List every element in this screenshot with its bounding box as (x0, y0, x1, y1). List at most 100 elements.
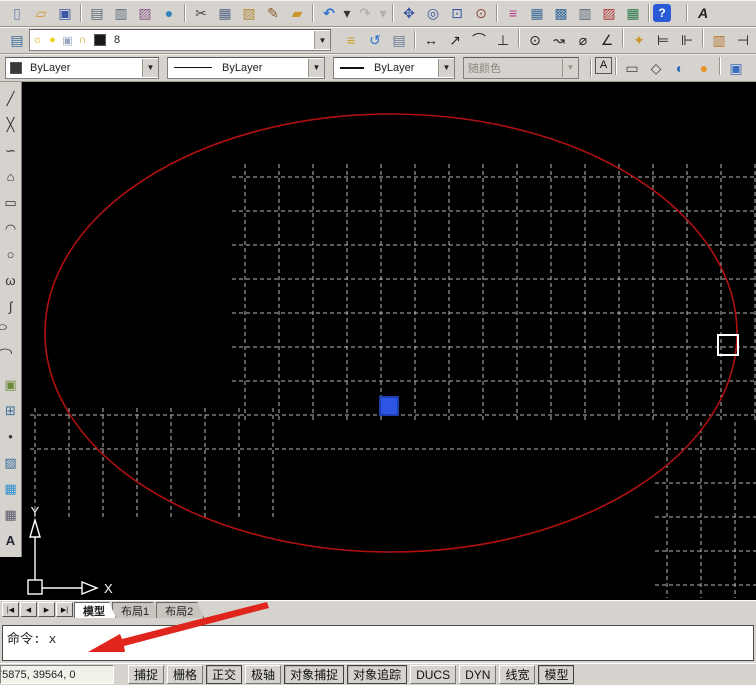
rectangle-icon[interactable]: ▭ (0, 189, 21, 215)
blue-square-entity[interactable] (380, 397, 398, 415)
layer-dropdown[interactable]: ☼ ● ▣ ∩ 8 ▼ (29, 29, 331, 51)
spline-icon[interactable]: ∫ (0, 293, 21, 319)
otrack-toggle[interactable]: 对象追踪 (347, 665, 407, 684)
gradient-icon[interactable]: ▦ (0, 475, 21, 501)
drawing-area[interactable]: ╱╳∽⌂▭◠○ω∫○◠▣⊞•▨▦▦A Y X (0, 82, 756, 600)
text-annotation-icon[interactable]: A (691, 2, 715, 24)
2d-wireframe-icon[interactable]: ▭ (620, 57, 644, 79)
dimension-break-icon[interactable]: ⊣ (731, 29, 755, 51)
layer-previous-icon[interactable]: ↺ (363, 29, 387, 51)
polyline-icon[interactable]: ∽ (0, 137, 21, 163)
grid-toggle[interactable]: 栅格 (167, 665, 203, 684)
color-dropdown[interactable]: ByLayer ▼ (5, 57, 159, 79)
command-input[interactable]: 命令: x (2, 625, 754, 661)
quick-dimension-icon[interactable]: ✦ (627, 29, 651, 51)
line-icon[interactable]: ╱ (0, 85, 21, 111)
properties-palette-icon[interactable]: ≡ (501, 2, 525, 24)
ducs-toggle[interactable]: DUCS (410, 665, 456, 684)
shaded-visual-style-icon[interactable]: ● (692, 57, 716, 79)
polar-toggle[interactable]: 极轴 (245, 665, 281, 684)
cut-icon[interactable]: ✂ (189, 2, 213, 24)
red-ellipse-entity[interactable] (45, 114, 737, 552)
ortho-toggle[interactable]: 正交 (206, 665, 242, 684)
pan-icon[interactable]: ✥ (397, 2, 421, 24)
layer-viewport-freeze-icon[interactable]: ▣ (60, 34, 75, 47)
hidden-visual-style-icon[interactable]: ◐ (668, 57, 692, 79)
save-icon[interactable]: ▣ (53, 2, 77, 24)
layer-dropdown-caret[interactable]: ▼ (314, 31, 330, 49)
mtext-icon[interactable]: A (0, 527, 21, 553)
osnap-toggle[interactable]: 对象捕捉 (284, 665, 344, 684)
tab-nav-next-button[interactable]: ▶ (38, 602, 55, 617)
jogged-dimension-icon[interactable]: ↝ (547, 29, 571, 51)
linetype-dropdown-caret[interactable]: ▼ (308, 59, 324, 77)
tab-nav-last-button[interactable]: ▶| (56, 602, 73, 617)
render-icon[interactable]: ▣ (724, 57, 748, 79)
undo-icon[interactable]: ↶ (317, 2, 341, 24)
layer-unlock-icon[interactable]: ∩ (75, 34, 90, 46)
block-editor-icon[interactable]: ▰ (285, 2, 309, 24)
polygon-icon[interactable]: ⌂ (0, 163, 21, 189)
layer-thaw-icon[interactable]: ● (45, 34, 60, 46)
new-document-icon[interactable]: ▯ (5, 2, 29, 24)
zoom-realtime-icon[interactable]: ◎ (421, 2, 445, 24)
print-preview-icon[interactable]: ▥ (109, 2, 133, 24)
arc-length-dimension-icon[interactable]: ⌒ (467, 29, 491, 51)
angular-dimension-icon[interactable]: ∠ (595, 29, 619, 51)
draworder-text-front-icon[interactable]: A (595, 57, 612, 74)
make-object-layer-current-icon[interactable]: ≡ (339, 29, 363, 51)
layer-on-bulb-icon[interactable]: ☼ (30, 34, 45, 46)
radius-dimension-icon[interactable]: ⊙ (523, 29, 547, 51)
tab-model[interactable]: 模型 (74, 602, 116, 618)
diameter-dimension-icon[interactable]: ⌀ (571, 29, 595, 51)
zoom-window-icon[interactable]: ⊡ (445, 2, 469, 24)
table-icon[interactable]: ▦ (0, 501, 21, 527)
tab-layout1[interactable]: 布局1 (112, 602, 160, 618)
layer-manager-icon[interactable]: ▤ (5, 29, 29, 51)
revision-cloud-icon[interactable]: ω (0, 267, 21, 293)
construction-line-icon[interactable]: ╳ (0, 111, 21, 137)
redo-dropdown-icon[interactable]: ▾ (377, 2, 389, 24)
3d-wireframe-icon[interactable]: ◇ (644, 57, 668, 79)
copy-icon[interactable]: ▦ (213, 2, 237, 24)
markup-manager-icon[interactable]: ▨ (597, 2, 621, 24)
tab-nav-first-button[interactable]: |◀ (2, 602, 19, 617)
web-icon[interactable]: ● (157, 2, 181, 24)
calculator-icon[interactable]: ▦ (621, 2, 645, 24)
zoom-previous-icon[interactable]: ⊙ (469, 2, 493, 24)
open-folder-icon[interactable]: ▱ (29, 2, 53, 24)
tab-nav-prev-button[interactable]: ◀ (20, 602, 37, 617)
circle-icon[interactable]: ○ (0, 241, 21, 267)
arc-icon[interactable]: ◠ (0, 215, 21, 241)
sheetset-manager-icon[interactable]: ▥ (573, 2, 597, 24)
dyn-toggle[interactable]: DYN (459, 665, 496, 684)
ellipse-icon[interactable]: ○ (0, 319, 26, 345)
layer-states-icon[interactable]: ▤ (387, 29, 411, 51)
make-block-icon[interactable]: ⊞ (0, 397, 21, 423)
redo-icon[interactable]: ↷ (353, 2, 377, 24)
lineweight-toggle[interactable]: 线宽 (499, 665, 535, 684)
dimension-space-icon[interactable]: ▥ (707, 29, 731, 51)
ordinate-dimension-icon[interactable]: ⊥ (491, 29, 515, 51)
undo-dropdown-icon[interactable]: ▾ (341, 2, 353, 24)
help-icon[interactable]: ? (653, 4, 671, 22)
aligned-dimension-icon[interactable]: ↗ (443, 29, 467, 51)
insert-block-icon[interactable]: ▣ (0, 371, 21, 397)
model-toggle[interactable]: 模型 (538, 665, 574, 684)
lineweight-dropdown-caret[interactable]: ▼ (438, 59, 454, 77)
baseline-dimension-icon[interactable]: ⊨ (651, 29, 675, 51)
paste-icon[interactable]: ▧ (237, 2, 261, 24)
color-dropdown-caret[interactable]: ▼ (142, 59, 158, 77)
print-icon[interactable]: ▤ (85, 2, 109, 24)
match-properties-icon[interactable]: ✎ (261, 2, 285, 24)
snap-toggle[interactable]: 捕捉 (128, 665, 164, 684)
ellipse-arc-icon[interactable]: ◠ (0, 345, 26, 371)
tool-palettes-icon[interactable]: ▩ (549, 2, 573, 24)
hatch-icon[interactable]: ▨ (0, 449, 21, 475)
lineweight-dropdown[interactable]: ByLayer ▼ (333, 57, 455, 79)
continue-dimension-icon[interactable]: ⊩ (675, 29, 699, 51)
model-space-canvas[interactable]: Y X (22, 82, 756, 600)
linear-dimension-icon[interactable]: ↔ (419, 29, 443, 51)
tab-layout2[interactable]: 布局2 (156, 602, 204, 618)
publish-icon[interactable]: ▨ (133, 2, 157, 24)
